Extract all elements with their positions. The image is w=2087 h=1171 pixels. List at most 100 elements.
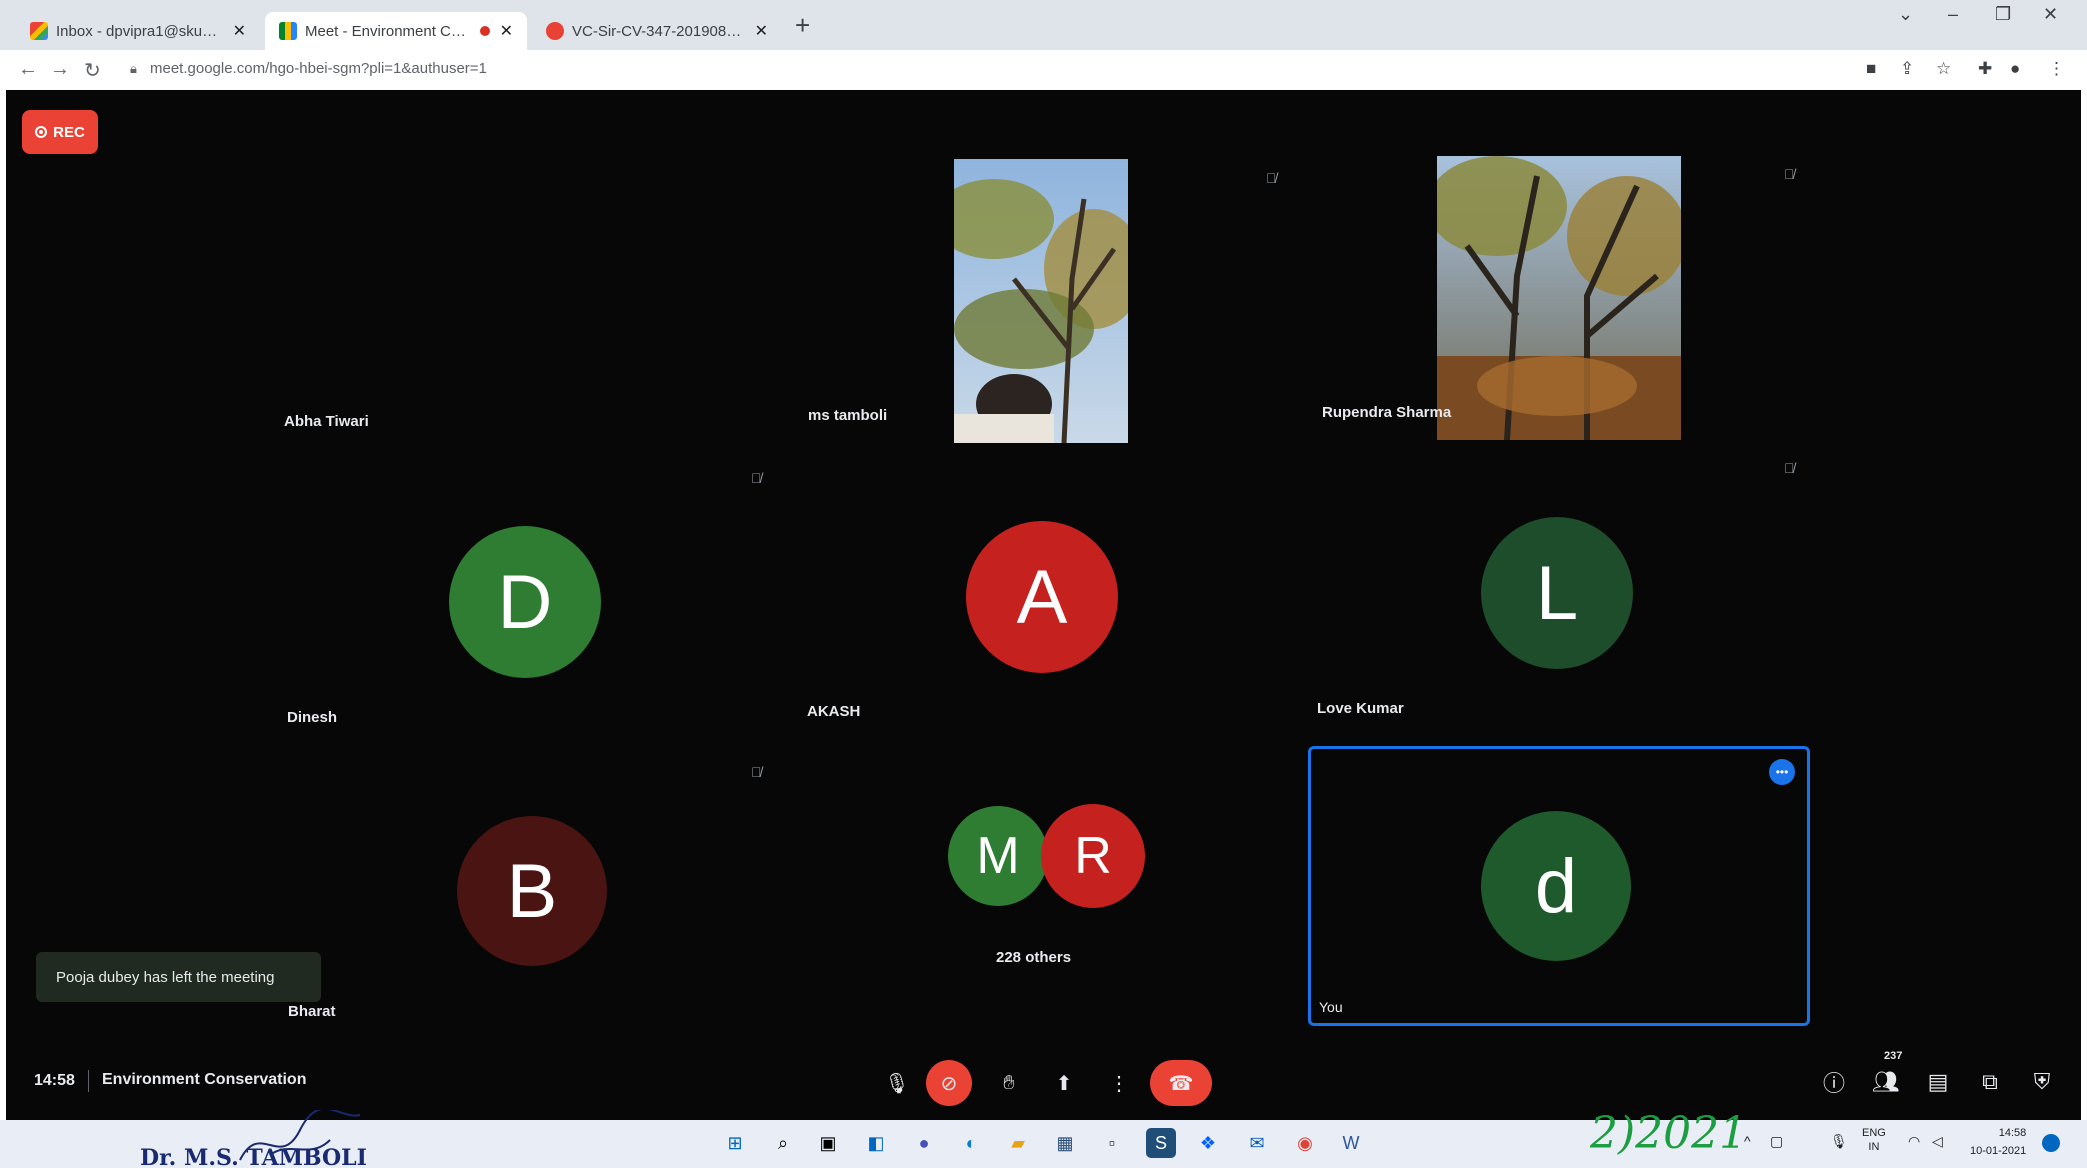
- video-frame-trees: [954, 159, 1128, 443]
- meeting-details-button[interactable]: ⓘ: [1816, 1064, 1852, 1100]
- avatar: R: [1041, 804, 1145, 908]
- minimize-icon[interactable]: –: [1948, 4, 1958, 25]
- forward-icon[interactable]: →: [50, 58, 70, 81]
- taskbar-date: 10-01-2021: [1970, 1145, 2027, 1157]
- activities-button[interactable]: ⧉: [1972, 1064, 2008, 1100]
- participant-name: Abha Tiwari: [284, 413, 369, 430]
- muted-mic-icon: 🎙̸: [1784, 460, 1795, 476]
- store-icon[interactable]: ▦: [1050, 1128, 1080, 1158]
- url-field[interactable]: meet.google.com/hgo-hbei-sgm?pli=1&authu…: [150, 60, 487, 77]
- mail-icon[interactable]: ✉: [1242, 1128, 1272, 1158]
- notification-icon[interactable]: [2042, 1134, 2060, 1152]
- share-icon[interactable]: ⇪: [1900, 59, 1914, 79]
- shield-icon: ⛨: [2033, 1069, 2051, 1094]
- address-toolbar: ← → ↻ 🔒︎ meet.google.com/hgo-hbei-sgm?pl…: [0, 50, 2087, 90]
- chat-icon: ▤: [1927, 1069, 1949, 1094]
- back-icon[interactable]: ←: [18, 58, 38, 81]
- new-tab-button[interactable]: +: [795, 10, 810, 41]
- participant-name: Bharat: [288, 1003, 336, 1020]
- tray-app-icon[interactable]: ▢: [1770, 1133, 1783, 1150]
- gmail-icon: [30, 22, 48, 40]
- handwritten-date: 2)2021: [1590, 1108, 1748, 1159]
- avatar: M: [948, 806, 1048, 906]
- reload-icon[interactable]: ↻: [84, 58, 101, 83]
- profile-icon[interactable]: ●: [2010, 59, 2020, 79]
- hang-up-icon: ☎: [1168, 1072, 1194, 1095]
- video-frame-forest: [1437, 156, 1681, 440]
- more-options-button[interactable]: ⋮: [1096, 1060, 1142, 1106]
- tab-title: Meet - Environment Conser: [305, 22, 474, 40]
- bookmark-star-icon[interactable]: ☆: [1936, 59, 1951, 79]
- chrome-icon[interactable]: ◉: [1290, 1128, 1320, 1158]
- close-tab-icon[interactable]: ✕: [233, 21, 246, 41]
- wifi-icon[interactable]: ◠: [1908, 1133, 1920, 1150]
- tab-pdf[interactable]: VC-Sir-CV-347-20190816-2.pdf ✕: [532, 12, 782, 50]
- chat-button[interactable]: ▤: [1920, 1064, 1956, 1100]
- participant-name: Rupendra Sharma: [1322, 404, 1452, 421]
- present-screen-button[interactable]: ⬆: [1041, 1060, 1087, 1106]
- host-controls-button[interactable]: ⛨: [2024, 1064, 2060, 1100]
- rec-label: REC: [53, 123, 85, 141]
- recording-badge[interactable]: REC: [22, 110, 98, 154]
- microphone-tray-icon[interactable]: 🎙︎: [1830, 1133, 1848, 1150]
- participant-count: 237: [1884, 1050, 1903, 1062]
- pdf-icon: [546, 22, 564, 40]
- task-view-icon[interactable]: ▣: [813, 1128, 843, 1158]
- lang-label: ENG: [1862, 1127, 1886, 1139]
- muted-mic-icon: 🎙̸: [751, 470, 762, 486]
- avatar: B: [457, 816, 607, 966]
- teams-chat-icon[interactable]: ●: [909, 1128, 939, 1158]
- participant-name: You: [1319, 999, 1343, 1015]
- tab-gmail[interactable]: Inbox - dpvipra1@skugal.in - Sk ✕: [16, 12, 260, 50]
- microphone-button[interactable]: 🎙︎: [874, 1060, 920, 1106]
- camera-off-icon: ⊘: [940, 1072, 958, 1095]
- volume-icon[interactable]: ◁: [1932, 1133, 1943, 1150]
- meet-call-area: REC Abha Tiwari ms tamboli 🎙̸ Rupendra S…: [6, 90, 2081, 1120]
- others-count[interactable]: 228 others: [996, 949, 1071, 966]
- participant-name: Dinesh: [287, 709, 338, 726]
- search-icon[interactable]: ⌕: [768, 1128, 798, 1158]
- extensions-icon[interactable]: ✚: [1978, 59, 1992, 79]
- handwritten-signature: [239, 1110, 361, 1161]
- region-label: IN: [1868, 1141, 1880, 1153]
- taskbar-clock[interactable]: 14:58 10-01-2021: [1970, 1124, 2026, 1160]
- tab-search-icon[interactable]: ⌄: [1898, 4, 1913, 25]
- participant-name: Love Kumar: [1317, 700, 1404, 717]
- speaking-indicator-icon: •••: [1769, 759, 1795, 785]
- lock-icon[interactable]: 🔒︎: [130, 61, 137, 77]
- avatar: A: [966, 521, 1118, 673]
- avatar: L: [1481, 517, 1633, 669]
- restore-icon[interactable]: ❐: [1995, 4, 2011, 25]
- muted-mic-icon: 🎙̸: [1784, 166, 1795, 182]
- people-button[interactable]: 👥︎: [1868, 1064, 1904, 1100]
- file-explorer-icon[interactable]: ▰: [1003, 1128, 1033, 1158]
- meeting-clock: 14:58: [34, 1072, 75, 1089]
- word-icon[interactable]: W: [1336, 1128, 1366, 1158]
- people-icon: 👥︎: [1872, 1069, 1900, 1094]
- participant-name: AKASH: [807, 703, 861, 720]
- camera-indicator-icon[interactable]: ■: [1866, 59, 1876, 79]
- edge-icon[interactable]: ◐: [956, 1128, 986, 1158]
- close-tab-icon[interactable]: ✕: [500, 21, 513, 41]
- muted-mic-icon: 🎙̸: [751, 764, 762, 780]
- widgets-icon[interactable]: ◧: [861, 1128, 891, 1158]
- app-icon[interactable]: S: [1146, 1128, 1176, 1158]
- dropbox-icon[interactable]: ❖: [1193, 1128, 1223, 1158]
- self-view-tile: ••• d You: [1308, 746, 1810, 1026]
- camera-off-button[interactable]: ⊘: [926, 1060, 972, 1106]
- raise-hand-button[interactable]: ✋︎: [986, 1060, 1032, 1106]
- recording-dot-icon: [479, 26, 490, 36]
- record-icon: [35, 126, 48, 138]
- menu-kebab-icon[interactable]: ⋮: [2048, 59, 2065, 79]
- tab-meet[interactable]: Meet - Environment Conser ✕: [265, 12, 527, 50]
- language-indicator[interactable]: ENG IN: [1862, 1126, 1886, 1154]
- windows-start-icon[interactable]: ⊞: [720, 1128, 750, 1158]
- more-vert-icon: ⋮: [1109, 1072, 1129, 1095]
- mic-icon: 🎙︎: [884, 1072, 910, 1095]
- window-close-icon[interactable]: ✕: [2043, 4, 2058, 25]
- app-icon[interactable]: ▫: [1097, 1128, 1127, 1158]
- avatar: D: [449, 526, 601, 678]
- notification-toast: Pooja dubey has left the meeting: [36, 952, 321, 1002]
- close-tab-icon[interactable]: ✕: [755, 21, 768, 41]
- leave-call-button[interactable]: ☎: [1150, 1060, 1212, 1106]
